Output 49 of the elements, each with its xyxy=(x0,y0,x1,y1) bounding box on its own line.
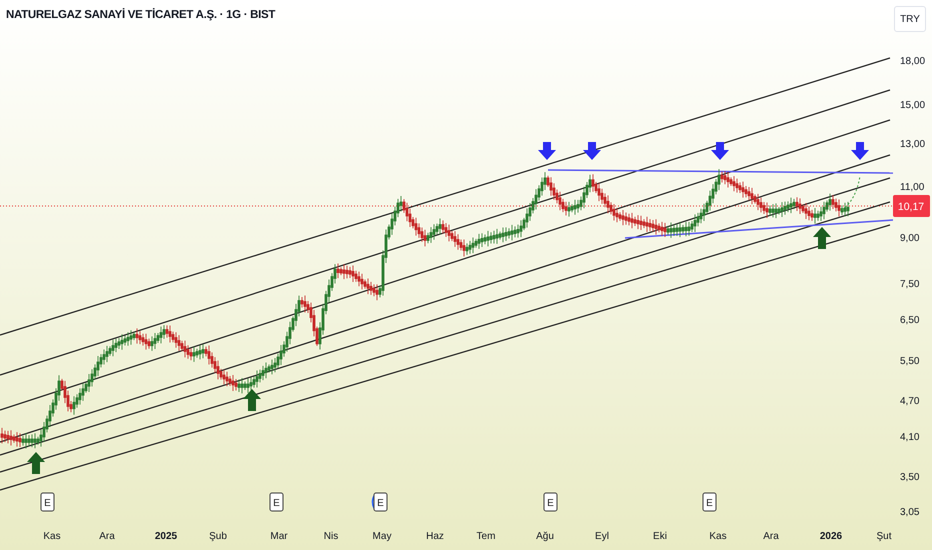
time-axis-label: Şut xyxy=(876,531,892,542)
earnings-label: E xyxy=(44,498,51,509)
price-axis-label: 9,00 xyxy=(900,233,920,244)
currency-button[interactable]: TRY xyxy=(894,6,926,32)
earnings-marker[interactable] xyxy=(544,492,558,512)
time-axis-label: 2025 xyxy=(154,531,178,542)
price-axis-label: 13,00 xyxy=(900,139,926,150)
time-axis-label: Haz xyxy=(426,531,444,542)
price-axis-label: 15,00 xyxy=(900,100,926,111)
earnings-label: E xyxy=(273,498,280,509)
time-axis-label: Kas xyxy=(43,531,61,542)
time-axis-label: Ara xyxy=(99,531,115,542)
price-axis-label: 6,50 xyxy=(900,315,920,326)
earnings-marker[interactable] xyxy=(702,492,716,512)
earnings-marker[interactable] xyxy=(374,492,388,512)
price-axis-label: 3,05 xyxy=(900,507,920,518)
time-axis-label: Mar xyxy=(270,531,288,542)
down-arrow-icon xyxy=(583,142,601,160)
earnings-label: E xyxy=(706,498,713,509)
down-arrow-icon xyxy=(538,142,556,160)
price-axis-label: 18,00 xyxy=(900,56,926,67)
down-arrow-icon xyxy=(851,142,869,160)
time-axis-label: 2026 xyxy=(820,531,842,542)
price-axis-label: 5,50 xyxy=(900,356,920,367)
down-arrow-icon xyxy=(711,142,729,160)
price-axis-label: 3,50 xyxy=(900,472,920,483)
earnings-marker[interactable] xyxy=(40,492,54,512)
time-axis-label: Ağu xyxy=(536,531,554,542)
time-axis-label: Şub xyxy=(209,531,227,542)
time-axis-label: May xyxy=(372,531,392,542)
price-axis-label: 4,10 xyxy=(900,432,920,443)
last-price-label: 10,17 xyxy=(898,201,924,213)
time-axis-label: Tem xyxy=(476,531,496,542)
chart-title: NATURELGAZ SANAYİ VE TİCARET A.Ş. · 1G · BIST xyxy=(6,9,276,21)
time-axis-label: Nis xyxy=(324,531,338,542)
earnings-label: E xyxy=(547,498,554,509)
price-axis-label: 7,50 xyxy=(900,279,920,290)
up-arrow-icon xyxy=(813,227,831,249)
earnings-marker[interactable] xyxy=(270,492,284,512)
time-axis-label: Eki xyxy=(653,531,667,542)
last-price-badge xyxy=(893,195,930,217)
price-axis-label: 4,70 xyxy=(900,396,920,407)
earnings-label: E xyxy=(377,498,384,509)
time-axis-label: Ara xyxy=(763,531,779,542)
up-arrow-icon xyxy=(27,452,45,474)
up-arrow-icon xyxy=(243,389,261,411)
time-axis-label: Kas xyxy=(709,531,727,542)
time-axis-label: Eyl xyxy=(595,531,609,542)
price-axis-label: 11,00 xyxy=(900,182,924,193)
